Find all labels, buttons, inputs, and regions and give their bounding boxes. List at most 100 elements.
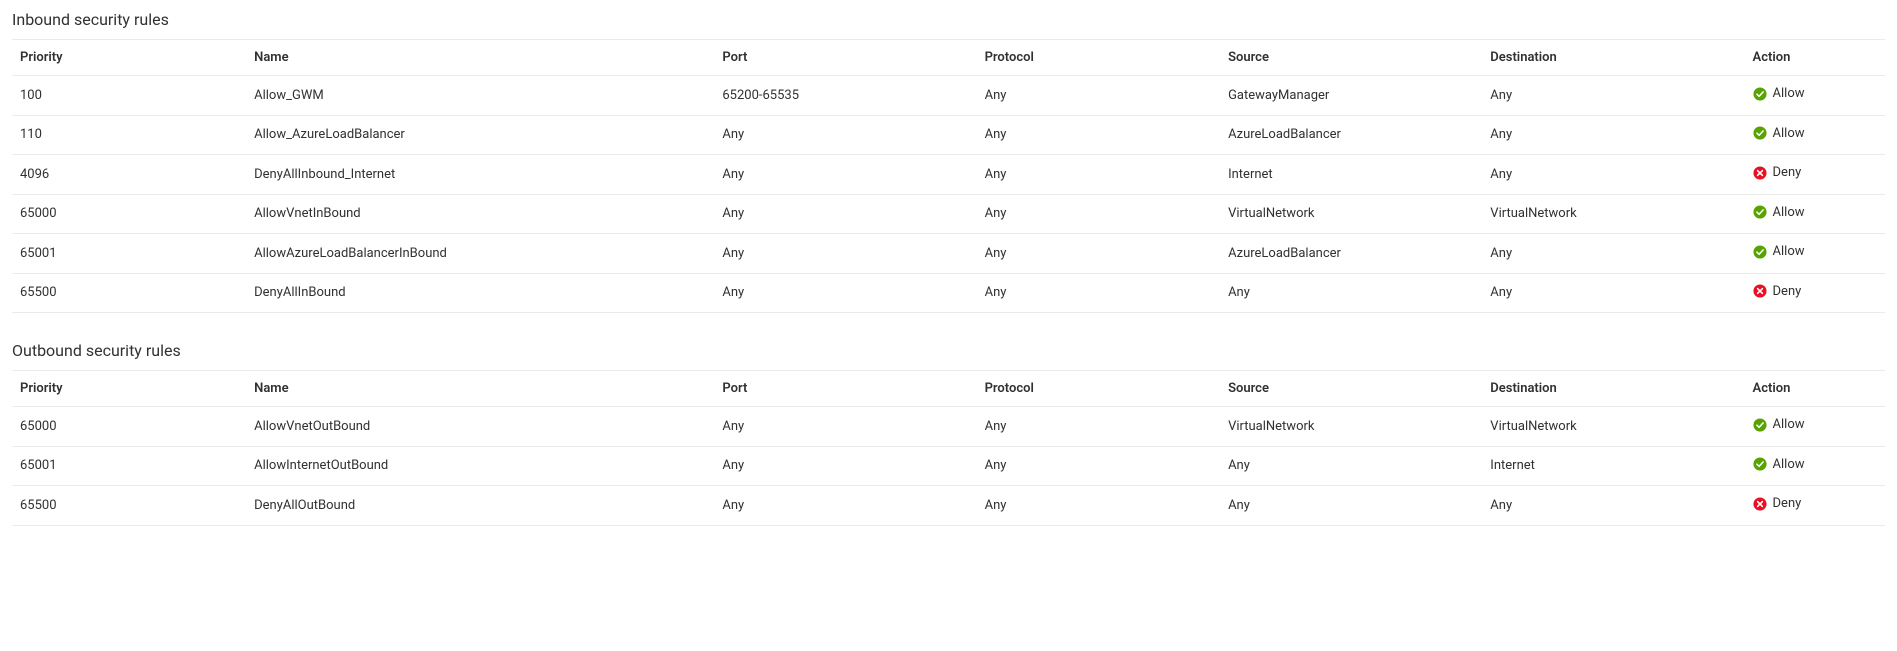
action-cell-content: Allow: [1753, 205, 1805, 220]
table-row[interactable]: 65500DenyAllInBoundAnyAnyAnyAnyDeny: [12, 273, 1885, 313]
col-header-source[interactable]: Source: [1220, 371, 1482, 407]
cell-port: Any: [714, 407, 976, 447]
action-cell-content: Deny: [1753, 165, 1802, 180]
table-row[interactable]: 65001AllowAzureLoadBalancerInBound Any Any…: [12, 234, 1885, 274]
cell-priority: 65500: [12, 273, 246, 313]
table-row[interactable]: 110Allow_AzureLoadBalancerAnyAnyAzureLoa…: [12, 115, 1885, 155]
cell-destination: VirtualNetwork: [1482, 407, 1744, 447]
allow-icon: [1753, 418, 1767, 432]
cell-protocol: Any: [977, 155, 1220, 195]
cell-destination: Any: [1482, 115, 1744, 155]
allow-icon: [1753, 457, 1767, 471]
outbound-header-row: Priority Name Port Protocol Source Desti…: [12, 371, 1885, 407]
col-header-protocol[interactable]: Protocol: [977, 40, 1220, 76]
cell-port: Any: [714, 273, 976, 313]
cell-destination: Any: [1482, 155, 1744, 195]
table-row[interactable]: 4096DenyAllInbound_InternetAnyAnyInterne…: [12, 155, 1885, 195]
cell-priority: 4096: [12, 155, 246, 195]
table-row[interactable]: 65001AllowInternetOutBoundAnyAnyAnyInter…: [12, 446, 1885, 486]
deny-icon: [1753, 497, 1767, 511]
cell-action: Deny: [1745, 273, 1885, 313]
col-header-action[interactable]: Action: [1745, 371, 1885, 407]
cell-name: DenyAllInbound_Internet: [246, 155, 714, 195]
cell-priority: 65001: [12, 446, 246, 486]
cell-protocol: Any: [977, 273, 1220, 313]
deny-icon: [1753, 166, 1767, 180]
cell-priority: 65001: [12, 234, 246, 274]
inbound-section-title: Inbound security rules: [12, 10, 1885, 29]
cell-port: Any: [714, 194, 976, 234]
action-cell-content: Allow: [1753, 417, 1805, 432]
cell-source: Any: [1220, 273, 1482, 313]
cell-action: Allow: [1745, 194, 1885, 234]
action-label: Allow: [1773, 417, 1805, 432]
action-cell-content: Deny: [1753, 284, 1802, 299]
cell-priority: 65000: [12, 194, 246, 234]
table-row[interactable]: 65000AllowVnetOutBoundAnyAnyVirtualNetwo…: [12, 407, 1885, 447]
action-label: Allow: [1773, 126, 1805, 141]
action-cell-content: Allow: [1753, 457, 1805, 472]
col-header-protocol[interactable]: Protocol: [977, 371, 1220, 407]
action-label: Allow: [1773, 86, 1805, 101]
action-label: Allow: [1773, 244, 1805, 259]
action-label: Allow: [1773, 457, 1805, 472]
cell-port: 65200-65535: [714, 76, 976, 116]
col-header-destination[interactable]: Destination: [1482, 371, 1744, 407]
cell-priority: 110: [12, 115, 246, 155]
col-header-action[interactable]: Action: [1745, 40, 1885, 76]
table-row[interactable]: 65500DenyAllOutBoundAnyAnyAnyAnyDeny: [12, 486, 1885, 526]
cell-destination: Any: [1482, 273, 1744, 313]
cell-port: Any: [714, 486, 976, 526]
table-row[interactable]: 65000AllowVnetInBoundAnyAnyVirtualNetwor…: [12, 194, 1885, 234]
col-header-source[interactable]: Source: [1220, 40, 1482, 76]
cell-priority: 65000: [12, 407, 246, 447]
col-header-name[interactable]: Name: [246, 371, 714, 407]
cell-source: VirtualNetwork: [1220, 194, 1482, 234]
cell-port: Any: [714, 155, 976, 195]
cell-source: GatewayManager: [1220, 76, 1482, 116]
cell-action: Deny: [1745, 486, 1885, 526]
cell-destination: Any: [1482, 76, 1744, 116]
inbound-header-row: Priority Name Port Protocol Source Desti…: [12, 40, 1885, 76]
cell-protocol: Any: [977, 76, 1220, 116]
cell-source: Any: [1220, 486, 1482, 526]
cell-protocol: Any: [977, 234, 1220, 274]
cell-priority: 100: [12, 76, 246, 116]
outbound-section: Outbound security rules Priority Name Po…: [12, 341, 1885, 526]
action-label: Deny: [1773, 165, 1802, 180]
action-cell-content: Allow: [1753, 126, 1805, 141]
cell-destination: Any: [1482, 234, 1744, 274]
col-header-priority[interactable]: Priority: [12, 371, 246, 407]
inbound-section: Inbound security rules Priority Name Por…: [12, 10, 1885, 313]
cell-protocol: Any: [977, 194, 1220, 234]
action-label: Allow: [1773, 205, 1805, 220]
action-cell-content: Allow: [1753, 244, 1805, 259]
nsg-rules-page: Inbound security rules Priority Name Por…: [0, 0, 1897, 550]
col-header-port[interactable]: Port: [714, 40, 976, 76]
col-header-destination[interactable]: Destination: [1482, 40, 1744, 76]
cell-name: AllowVnetOutBound: [246, 407, 714, 447]
cell-name: AllowAzureLoadBalancerInBound: [246, 234, 714, 274]
cell-action: Allow: [1745, 76, 1885, 116]
allow-icon: [1753, 87, 1767, 101]
cell-protocol: Any: [977, 115, 1220, 155]
cell-priority: 65500: [12, 486, 246, 526]
col-header-name[interactable]: Name: [246, 40, 714, 76]
cell-protocol: Any: [977, 486, 1220, 526]
cell-name: AllowVnetInBound: [246, 194, 714, 234]
cell-action: Allow: [1745, 446, 1885, 486]
cell-destination: VirtualNetwork: [1482, 194, 1744, 234]
action-label: Deny: [1773, 284, 1802, 299]
col-header-port[interactable]: Port: [714, 371, 976, 407]
cell-action: Allow: [1745, 234, 1885, 274]
cell-name: AllowInternetOutBound: [246, 446, 714, 486]
cell-source: Internet: [1220, 155, 1482, 195]
table-row[interactable]: 100Allow_GWM65200-65535AnyGatewayManager…: [12, 76, 1885, 116]
allow-icon: [1753, 205, 1767, 219]
cell-action: Allow: [1745, 115, 1885, 155]
action-cell-content: Deny: [1753, 496, 1802, 511]
col-header-priority[interactable]: Priority: [12, 40, 246, 76]
cell-name: DenyAllOutBound: [246, 486, 714, 526]
cell-port: Any: [714, 446, 976, 486]
cell-source: AzureLoadBalancer: [1220, 115, 1482, 155]
